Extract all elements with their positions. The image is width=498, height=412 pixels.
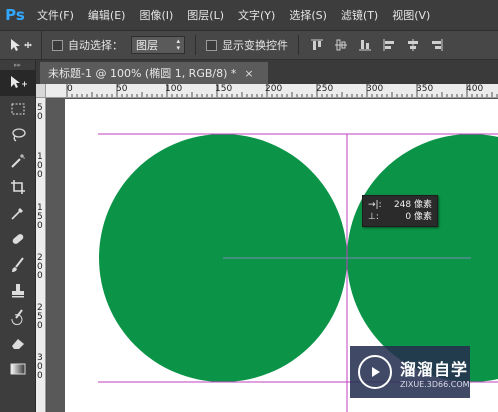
menu-file[interactable]: 文件(F) (30, 7, 81, 23)
align-bottom-icon[interactable] (355, 36, 375, 54)
show-transform-checkbox[interactable] (206, 39, 217, 51)
ruler-label: 1 5 0 (37, 203, 43, 231)
ruler-label: 50 (116, 84, 128, 94)
site-watermark: 溜溜自学 ZIXUE.3D66.COM (350, 346, 470, 398)
menu-type[interactable]: 文字(Y) (231, 7, 282, 23)
history-brush-icon[interactable] (0, 304, 36, 330)
dropdown-arrows-icon: ▴ ▾ (176, 37, 180, 52)
align-right-icon[interactable] (427, 36, 447, 54)
menu-edit[interactable]: 编辑(E) (81, 7, 133, 23)
align-hcenter-icon[interactable] (403, 36, 423, 54)
vertical-distance-value: 0 像素 (405, 212, 432, 222)
ruler-label: 2 5 0 (37, 303, 43, 331)
auto-select-value: 图层 (136, 39, 158, 52)
gradient-tool-icon[interactable] (0, 356, 36, 382)
crop-tool-icon[interactable] (0, 174, 36, 200)
vertical-ruler[interactable]: 5 0 1 0 0 1 5 0 2 0 0 2 5 0 3 0 0 (36, 98, 46, 412)
ruler-label: 100 (165, 84, 183, 94)
brush-tool-icon[interactable] (0, 252, 36, 278)
panel-grip[interactable]: ▸▸ (0, 60, 35, 70)
ruler-label: 350 (416, 84, 434, 94)
menu-view[interactable]: 视图(V) (385, 7, 437, 23)
ruler-label: 3 0 0 (37, 353, 43, 381)
menu-filter[interactable]: 滤镜(T) (334, 7, 385, 23)
options-separator (195, 35, 196, 55)
move-tool-icon[interactable] (0, 70, 36, 96)
ruler-origin[interactable] (36, 84, 46, 98)
menu-image[interactable]: 图像(I) (132, 7, 180, 23)
distance-row-horizontal: →|: 248 像素 (368, 199, 432, 211)
auto-select-label: 自动选择： (68, 39, 123, 52)
auto-select-checkbox[interactable] (52, 39, 63, 51)
align-vcenter-icon[interactable] (331, 36, 351, 54)
ruler-label: 300 (366, 84, 384, 94)
show-transform-label: 显示变换控件 (222, 39, 288, 52)
stamp-tool-icon[interactable] (0, 278, 36, 304)
ruler-label: 1 0 0 (37, 152, 43, 180)
marquee-tool-icon[interactable] (0, 96, 36, 122)
distance-tooltip: →|: 248 像素 ⊥: 0 像素 (362, 195, 438, 227)
ruler-label: 150 (215, 84, 233, 94)
horizontal-distance-icon: →|: (368, 200, 382, 210)
options-bar: 自动选择： 图层 ▴ ▾ 显示变换控件 (0, 30, 498, 60)
photoshop-logo: Ps (5, 6, 25, 24)
horizontal-distance-value: 248 像素 (393, 200, 432, 210)
ruler-label: 5 0 (37, 103, 43, 122)
eraser-tool-icon[interactable] (0, 330, 36, 356)
lasso-tool-icon[interactable] (0, 122, 36, 148)
document-tab-bar: 未标题-1 @ 100% (椭圆 1, RGB/8) * × (36, 60, 498, 84)
align-left-icon[interactable] (379, 36, 399, 54)
ruler-label: 400 (466, 84, 484, 94)
magic-wand-icon[interactable] (0, 148, 36, 174)
menu-bar: Ps 文件(F) 编辑(E) 图像(I) 图层(L) 文字(Y) 选择(S) 滤… (0, 0, 498, 30)
move-tool-preset-icon[interactable] (0, 31, 42, 59)
options-separator (298, 35, 299, 55)
ruler-label: 200 (265, 84, 283, 94)
watermark-title: 溜溜自学 (400, 359, 469, 379)
align-buttons-group (307, 36, 451, 54)
document-tab[interactable]: 未标题-1 @ 100% (椭圆 1, RGB/8) * × (40, 62, 268, 84)
distance-row-vertical: ⊥: 0 像素 (368, 211, 432, 223)
watermark-text: 溜溜自学 ZIXUE.3D66.COM (400, 356, 470, 389)
align-top-icon[interactable] (307, 36, 327, 54)
horizontal-ruler[interactable]: 0 50 100 150 200 250 300 350 400 (46, 84, 498, 98)
tools-panel: ▸▸ (0, 60, 36, 412)
menu-layer[interactable]: 图层(L) (180, 7, 231, 23)
eyedropper-icon[interactable] (0, 200, 36, 226)
document-tab-title: 未标题-1 @ 100% (椭圆 1, RGB/8) * (48, 67, 237, 80)
vertical-distance-icon: ⊥: (368, 212, 379, 222)
watermark-url: ZIXUE.3D66.COM (400, 379, 470, 389)
auto-select-dropdown[interactable]: 图层 ▴ ▾ (131, 36, 185, 54)
healing-brush-icon[interactable] (0, 226, 36, 252)
ruler-label: 2 0 0 (37, 253, 43, 281)
close-icon[interactable]: × (244, 67, 253, 80)
ruler-label: 250 (316, 84, 334, 94)
play-logo-icon (358, 355, 392, 389)
menu-select[interactable]: 选择(S) (282, 7, 334, 23)
ruler-label: 0 (67, 84, 73, 94)
